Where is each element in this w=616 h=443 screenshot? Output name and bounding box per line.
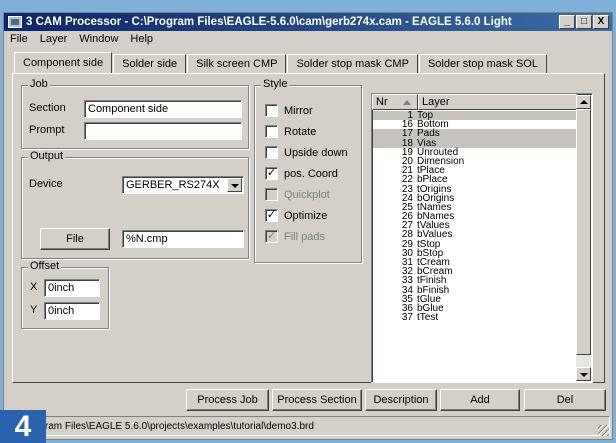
style-option-mirror[interactable]: Mirror [265, 104, 313, 117]
step-badge: 4 [0, 410, 46, 443]
style-group-label: Style [261, 78, 290, 90]
style-option-upside-down[interactable]: Upside down [265, 146, 348, 159]
menu-layer[interactable]: Layer [40, 33, 68, 45]
column-header-nr[interactable]: Nr [372, 94, 418, 110]
menu-bar: File Layer Window Help [4, 31, 612, 47]
tab-solder-stop-mask-sol[interactable]: Solder stop mask SOL [418, 54, 547, 73]
checkbox-label: Fill pads [284, 230, 325, 243]
offset-group-label: Offset [28, 260, 62, 272]
menu-file[interactable]: File [10, 33, 28, 45]
checkbox[interactable]: ✓ [265, 167, 278, 180]
prompt-input[interactable] [84, 122, 242, 140]
sort-arrow-icon [403, 100, 411, 105]
tab-solder-stop-mask-cmp[interactable]: Solder stop mask CMP [287, 54, 418, 73]
layer-number: 37 [401, 312, 413, 324]
process-section-button[interactable]: Process Section [272, 389, 362, 411]
cam-processor-window: 3 CAM Processor - C:\Program Files\EAGLE… [3, 12, 613, 440]
output-group-label: Output [28, 150, 66, 162]
scroll-down-icon[interactable] [576, 367, 591, 381]
offset-y-input[interactable]: 0inch [44, 302, 100, 320]
style-option-optimize[interactable]: ✓ Optimize [265, 209, 327, 222]
style-option-pos-coord[interactable]: ✓ pos. Coord [265, 167, 338, 180]
column-header-layer[interactable]: Layer [418, 94, 577, 110]
layer-name: bValues [417, 229, 453, 241]
checkbox-label: Rotate [284, 125, 317, 138]
job-group: Job Section Component side Prompt [21, 78, 249, 149]
column-nr-label: Nr [376, 96, 388, 108]
maximize-button[interactable]: □ [576, 15, 592, 29]
checkbox-label: Mirror [284, 104, 313, 117]
job-group-label: Job [28, 78, 50, 90]
section-label: Section [29, 102, 66, 114]
offset-x-input[interactable]: 0inch [44, 279, 100, 297]
description-button[interactable]: Description [365, 389, 437, 411]
style-group: Style Mirror Rotate Upside down ✓ pos. Coord… [254, 78, 362, 263]
checkbox: ✓ [265, 230, 278, 243]
layer-rows: 1 Top 16 Bottom 17 Pads 18 Vias 19 Unrouted 20 Dime… [373, 110, 578, 324]
checkbox[interactable]: ✓ [265, 209, 278, 222]
device-value: GERBER_RS274X [126, 179, 220, 191]
scroll-up-icon[interactable] [576, 95, 591, 109]
menu-help[interactable]: Help [130, 33, 153, 45]
status-bar: C:\Program Files\EAGLE 5.6.0\projects\ex… [6, 416, 610, 436]
layer-list[interactable]: Nr Layer 1 Top 16 Bottom 17 Pads 18 Vias 19 Unrou… [371, 93, 593, 383]
tab-silk-screen-cmp[interactable]: Silk screen CMP [187, 54, 287, 73]
status-path: C:\Program Files\EAGLE 5.6.0\projects\ex… [11, 420, 314, 432]
minimize-button[interactable]: _ [559, 15, 575, 29]
layer-name: Pads [417, 128, 440, 140]
tab-component-side[interactable]: Component side [14, 52, 113, 73]
resize-grip-icon[interactable] [598, 425, 609, 436]
close-button[interactable]: X [593, 15, 609, 29]
layer-list-scrollbar[interactable] [576, 95, 591, 381]
layer-name: tTest [417, 312, 439, 324]
offset-group: Offset X 0inch Y 0inch [21, 260, 109, 329]
layer-name: bFinish [417, 284, 450, 296]
section-input[interactable]: Component side [84, 100, 242, 118]
checkbox-label: Upside down [284, 146, 348, 159]
checkbox [265, 188, 278, 201]
style-option-quickplot: Quickplot [265, 188, 330, 201]
checkbox-label: Quickplot [284, 188, 330, 201]
device-select[interactable]: GERBER_RS274X [122, 176, 244, 194]
file-button[interactable]: File [40, 228, 110, 250]
column-layer-label: Layer [422, 96, 450, 108]
offset-x-label: X [30, 281, 38, 293]
title-bar[interactable]: 3 CAM Processor - C:\Program Files\EAGLE… [4, 13, 612, 31]
del-button[interactable]: Del [524, 389, 606, 411]
device-label: Device [29, 178, 63, 190]
layer-name: bGlue [417, 302, 444, 314]
tab-solder-side[interactable]: Solder side [113, 54, 187, 73]
scroll-thumb[interactable] [576, 109, 591, 355]
checkbox[interactable] [265, 125, 278, 138]
chevron-down-icon[interactable] [227, 178, 242, 192]
layer-row[interactable]: 37 tTest [373, 312, 578, 324]
file-input[interactable]: %N.cmp [122, 230, 244, 248]
style-option-rotate[interactable]: Rotate [265, 125, 316, 138]
output-group: Output Device GERBER_RS274X File %N.cmp [21, 150, 249, 259]
section-tabs: Component side Solder side Silk screen C… [14, 52, 548, 73]
app-icon [8, 16, 22, 28]
process-job-button[interactable]: Process Job [186, 389, 269, 411]
checkbox-label: pos. Coord [284, 167, 338, 180]
checkbox-label: Optimize [284, 209, 328, 222]
checkbox[interactable] [265, 104, 278, 117]
menu-window[interactable]: Window [79, 33, 118, 45]
layer-name: Bottom [417, 119, 449, 131]
checkbox[interactable] [265, 146, 278, 159]
style-option-fill-pads: ✓ Fill pads [265, 230, 325, 243]
prompt-label: Prompt [29, 124, 65, 136]
window-title: 3 CAM Processor - C:\Program Files\EAGLE… [26, 16, 512, 28]
add-button[interactable]: Add [440, 389, 520, 411]
offset-y-label: Y [30, 304, 38, 316]
layer-list-header: Nr Layer [372, 94, 592, 110]
